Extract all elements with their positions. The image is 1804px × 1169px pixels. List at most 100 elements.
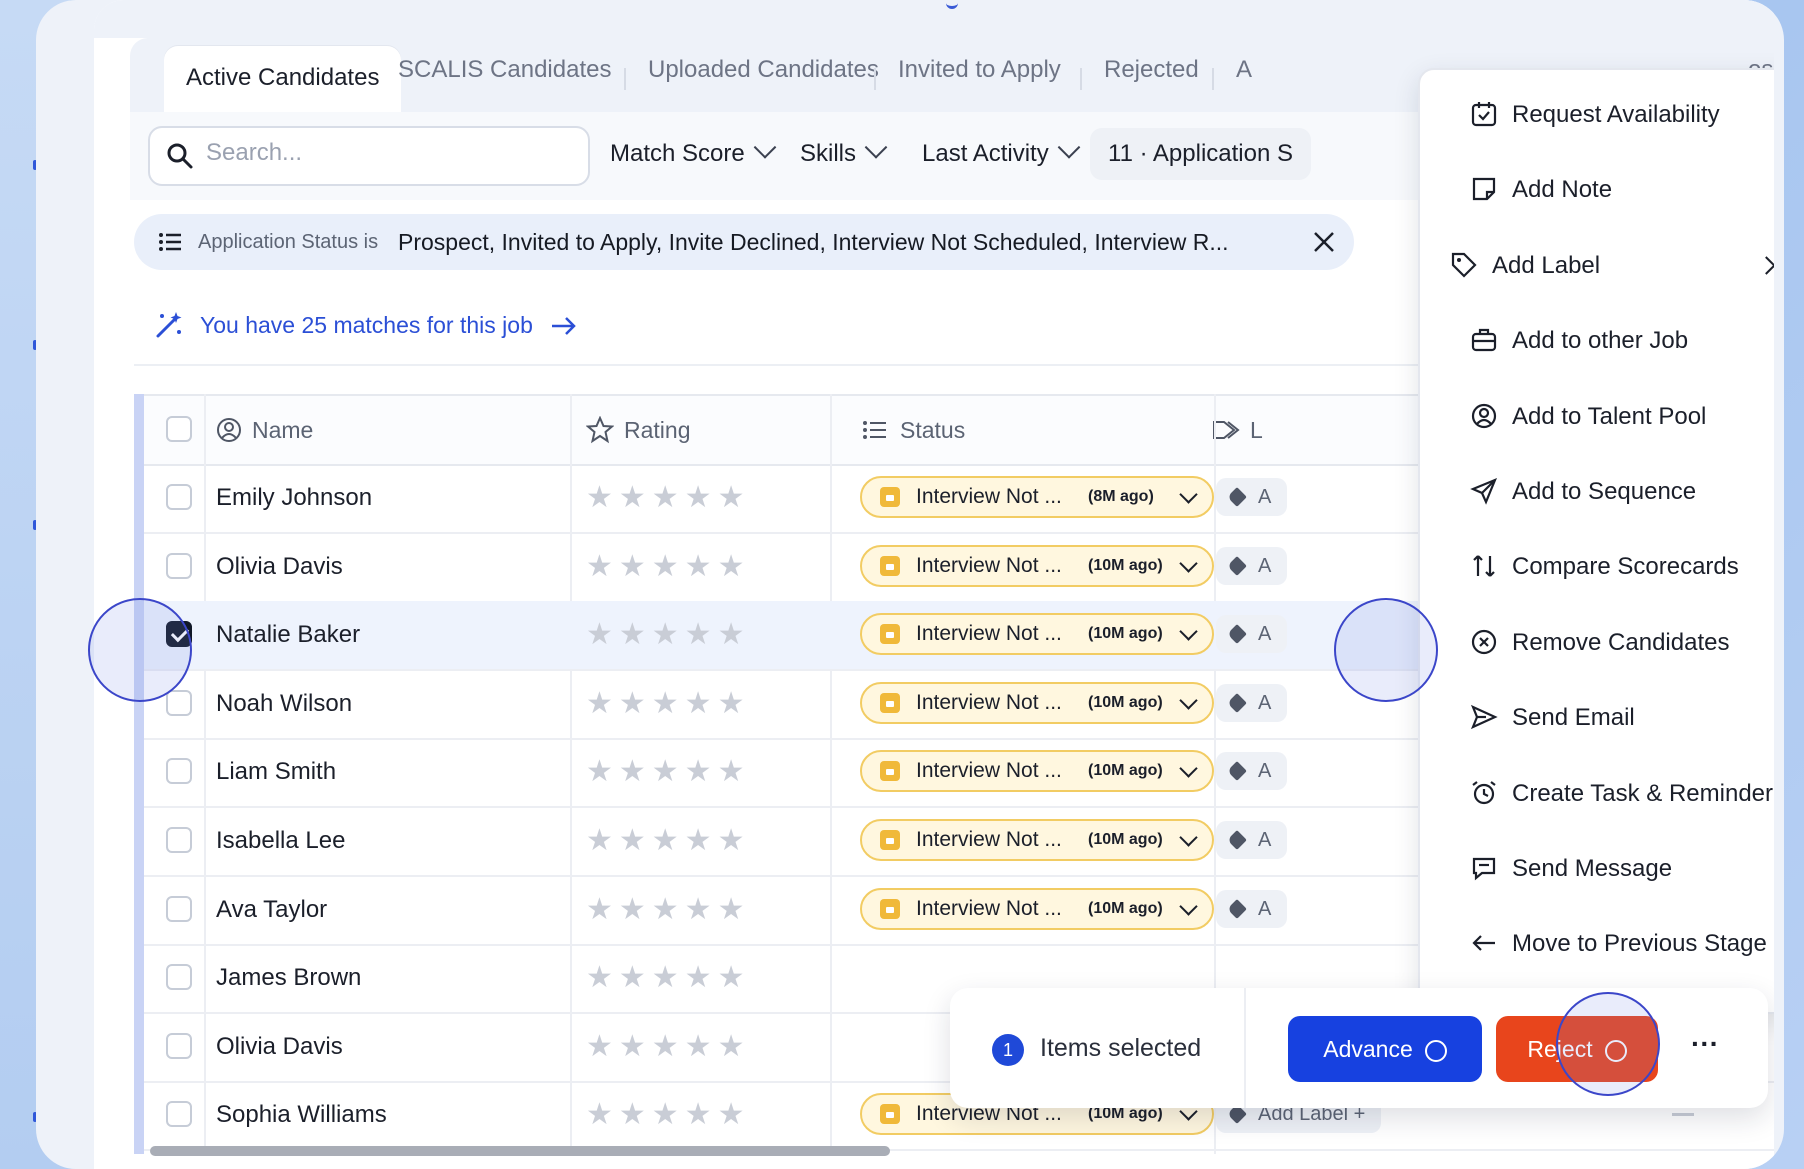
- filter-application-status[interactable]: 11 · Application S: [1090, 128, 1312, 180]
- empty-value-dash: [1672, 1113, 1694, 1117]
- alarm-icon: [1472, 780, 1496, 804]
- status-dropdown[interactable]: Interview Not ... (10M ago): [860, 544, 1214, 587]
- rating-stars[interactable]: ★★★★★: [586, 464, 750, 532]
- status-dropdown[interactable]: Interview Not ... (10M ago): [860, 887, 1214, 930]
- chevron-down-icon: [1179, 828, 1198, 847]
- candidate-name[interactable]: James Brown: [216, 944, 361, 1012]
- status-dropdown[interactable]: Interview Not ... (10M ago): [860, 681, 1214, 724]
- label-chip[interactable]: A: [1216, 821, 1288, 859]
- arrow-left-icon: [1472, 935, 1495, 952]
- candidate-name[interactable]: Natalie Baker: [216, 601, 360, 669]
- status-dropdown[interactable]: Interview Not ... (8M ago): [860, 476, 1214, 518]
- row-checkbox[interactable]: [166, 484, 192, 510]
- label-chip[interactable]: A: [1216, 752, 1288, 791]
- tab-divider: [874, 68, 876, 90]
- column-status[interactable]: Status: [900, 396, 965, 464]
- candidate-name[interactable]: Ava Taylor: [216, 876, 327, 944]
- tab-partial[interactable]: A: [1236, 56, 1252, 84]
- label-text: A: [1258, 829, 1272, 851]
- matches-text: You have 25 matches for this job: [200, 312, 533, 338]
- label-text: A: [1258, 554, 1272, 577]
- rating-stars[interactable]: ★★★★★: [586, 1081, 750, 1149]
- candidate-name[interactable]: Olivia Davis: [216, 1013, 343, 1081]
- filter-label: 11 · Application S: [1108, 140, 1294, 167]
- row-checkbox[interactable]: [166, 827, 192, 853]
- candidate-name[interactable]: Emily Johnson: [216, 464, 372, 532]
- row-checkbox[interactable]: [166, 1101, 192, 1128]
- tags-icon: [1213, 421, 1240, 439]
- rating-stars[interactable]: ★★★★★: [586, 670, 750, 738]
- label-text: A: [1258, 691, 1272, 714]
- rating-stars[interactable]: ★★★★★: [586, 601, 750, 669]
- horizontal-scrollbar[interactable]: [150, 1146, 890, 1156]
- rating-stars[interactable]: ★★★★★: [586, 944, 750, 1012]
- column-rating[interactable]: Rating: [624, 396, 690, 464]
- select-all-checkbox[interactable]: [166, 416, 192, 442]
- label-chip[interactable]: A: [1216, 478, 1288, 516]
- calendar-icon: [880, 1104, 900, 1125]
- tab-invited-to-apply[interactable]: Invited to Apply: [898, 56, 1061, 84]
- label-chip[interactable]: A: [1216, 546, 1288, 585]
- menu-item-move-to-previous-stage[interactable]: Move to Previous Stage: [1420, 907, 1774, 981]
- tab-rejected[interactable]: Rejected: [1104, 56, 1199, 84]
- candidate-name[interactable]: Olivia Davis: [216, 533, 343, 601]
- tab-active-candidates[interactable]: Active Candidates: [164, 46, 402, 112]
- label-chip[interactable]: A: [1216, 683, 1288, 722]
- rating-stars[interactable]: ★★★★★: [586, 807, 750, 875]
- candidate-name[interactable]: Noah Wilson: [216, 670, 352, 738]
- menu-item-remove-candidates[interactable]: Remove Candidates: [1420, 606, 1774, 680]
- tab-scalis-candidates[interactable]: SCALIS Candidates: [398, 56, 611, 84]
- row-checkbox[interactable]: [166, 552, 192, 579]
- applied-filter-value: Prospect, Invited to Apply, Invite Decli…: [398, 229, 1229, 255]
- rating-stars[interactable]: ★★★★★: [586, 738, 750, 806]
- menu-item-add-to-talent-pool[interactable]: Add to Talent Pool: [1420, 380, 1774, 454]
- status-dropdown[interactable]: Interview Not ... (10M ago): [860, 613, 1214, 656]
- selected-label: Items selected: [1040, 1034, 1202, 1062]
- menu-item-send-email[interactable]: Send Email: [1420, 681, 1774, 755]
- table-accent-bar: [134, 394, 144, 1154]
- row-checkbox[interactable]: [166, 964, 192, 991]
- search-box[interactable]: [148, 126, 590, 186]
- filter-skills[interactable]: Skills: [800, 128, 888, 180]
- menu-item-add-note[interactable]: Add Note: [1420, 153, 1774, 227]
- row-checkbox[interactable]: [166, 1032, 192, 1059]
- filter-last-activity[interactable]: Last Activity: [922, 128, 1081, 180]
- status-dropdown[interactable]: Interview Not ... (10M ago): [860, 750, 1214, 793]
- rating-stars[interactable]: ★★★★★: [586, 876, 750, 944]
- rating-stars[interactable]: ★★★★★: [586, 533, 750, 601]
- chevron-down-icon: [753, 136, 777, 159]
- column-name[interactable]: Name: [252, 396, 313, 464]
- candidate-name[interactable]: Liam Smith: [216, 738, 336, 806]
- candidate-name[interactable]: Isabella Lee: [216, 807, 345, 875]
- rating-stars[interactable]: ★★★★★: [586, 1013, 750, 1081]
- label-text: A: [1258, 760, 1272, 783]
- label-chip[interactable]: A: [1216, 615, 1288, 654]
- more-actions-button[interactable]: ···: [1672, 1016, 1738, 1082]
- column-labels[interactable]: L: [1250, 396, 1263, 464]
- user-circle-icon: [217, 418, 241, 442]
- row-checkbox[interactable]: [166, 895, 192, 922]
- menu-item-add-to-sequence[interactable]: Add to Sequence: [1420, 455, 1774, 529]
- row-checkbox[interactable]: [166, 689, 192, 716]
- search-input[interactable]: [204, 138, 568, 168]
- close-icon[interactable]: [1310, 228, 1338, 256]
- tab-uploaded-candidates[interactable]: Uploaded Candidates: [648, 56, 879, 84]
- applied-filter-chip: Application Status is Prospect, Invited …: [134, 214, 1354, 270]
- menu-item-add-to-other-job[interactable]: Add to other Job: [1420, 304, 1774, 378]
- menu-item-request-availability[interactable]: Request Availability: [1420, 78, 1774, 152]
- menu-item-add-label[interactable]: Add Label: [1420, 229, 1774, 303]
- filter-match-score[interactable]: Match Score: [610, 128, 777, 180]
- tab-divider: [1080, 68, 1082, 90]
- menu-item-label: Create Task & Reminder: [1512, 779, 1773, 807]
- row-checkbox[interactable]: [166, 758, 192, 785]
- menu-item-create-task-reminder[interactable]: Create Task & Reminder: [1420, 757, 1774, 831]
- candidate-name[interactable]: Sophia Williams: [216, 1081, 387, 1149]
- advance-button[interactable]: Advance: [1288, 1016, 1482, 1082]
- status-dropdown[interactable]: Interview Not ... (10M ago): [860, 819, 1214, 861]
- label-chip[interactable]: A: [1216, 889, 1288, 928]
- highlight-ring-remove: [1334, 598, 1438, 702]
- menu-item-label: Add to Talent Pool: [1512, 402, 1707, 430]
- menu-item-compare-scorecards[interactable]: Compare Scorecards: [1420, 530, 1774, 604]
- menu-item-send-message[interactable]: Send Message: [1420, 832, 1774, 906]
- tab-divider: [1212, 68, 1214, 90]
